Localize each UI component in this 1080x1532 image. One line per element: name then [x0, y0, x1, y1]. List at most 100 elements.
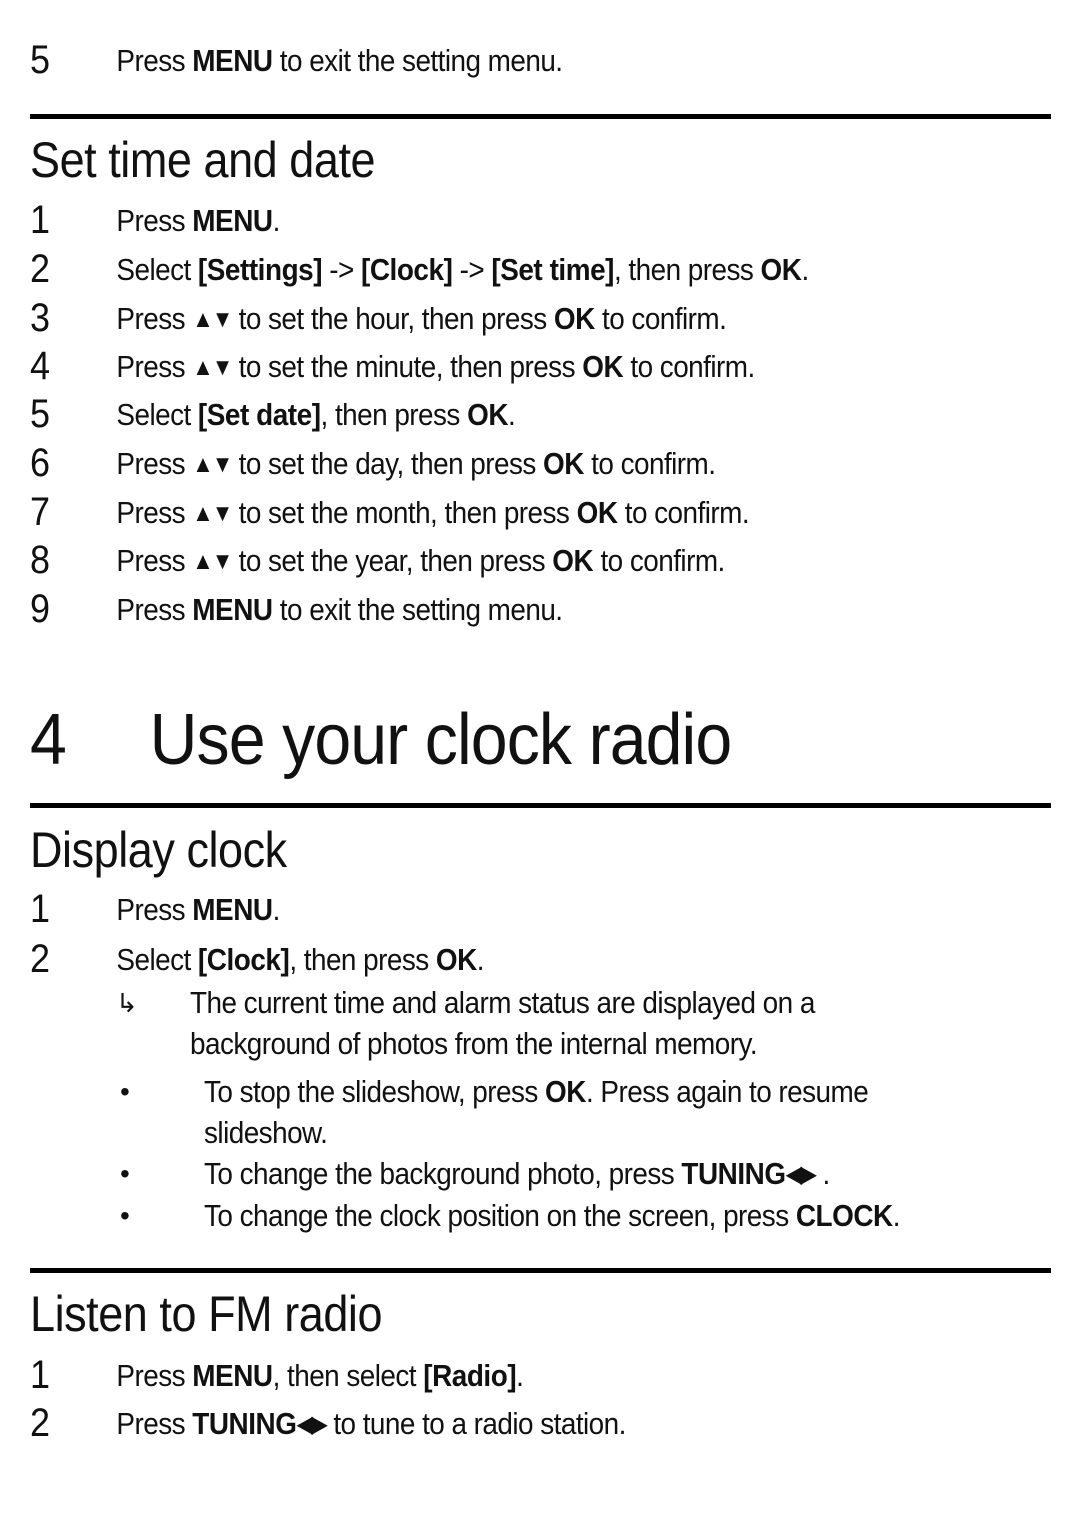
- bullet-text-line: slideshow.: [204, 1112, 328, 1153]
- text-run: To change the background photo, press: [204, 1156, 682, 1191]
- text-run: , then select: [272, 1358, 424, 1393]
- key-label: TUNING: [681, 1156, 786, 1191]
- step-number: 1: [30, 1353, 51, 1397]
- up-down-arrows-icon: ▲▼: [192, 306, 233, 333]
- key-label: CLOCK: [795, 1198, 893, 1233]
- step-text: Press MENU to exit the setting menu.: [116, 37, 563, 85]
- chapter-title: Use your clock radio: [149, 700, 733, 780]
- text-run: Press: [116, 1358, 193, 1393]
- bullet-dot: •: [120, 1076, 130, 1107]
- text-run: .: [815, 1156, 830, 1191]
- result-text-line: background of photos from the internal m…: [190, 1026, 758, 1061]
- bullet-dot: •: [120, 1200, 130, 1231]
- text-run: , then press: [320, 397, 468, 432]
- step-text: Press ▲▼ to set the day, then press OK t…: [116, 440, 716, 489]
- text-run: To change the clock position on the scre…: [204, 1198, 796, 1233]
- text-run: To stop the slideshow, press: [204, 1074, 546, 1109]
- text-run: to exit the setting menu.: [272, 43, 563, 78]
- step-number: 1: [30, 887, 51, 931]
- text-run: to set the year, then press: [231, 543, 553, 578]
- text-run: to confirm.: [623, 349, 755, 384]
- key-label: [Set date]: [197, 397, 321, 432]
- step-number: 6: [30, 441, 51, 485]
- text-run: to confirm.: [594, 301, 727, 336]
- text-run: to set the day, then press: [231, 446, 544, 481]
- step-number: 2: [30, 937, 51, 981]
- step-number: 9: [30, 587, 51, 631]
- bullet-text-line: To stop the slideshow, press OK. Press a…: [204, 1071, 869, 1112]
- up-down-arrows-icon: ▲▼: [192, 548, 233, 575]
- section-heading-display-clock: Display clock: [30, 822, 287, 878]
- text-run: to confirm.: [583, 446, 716, 481]
- step-number: 1: [30, 198, 51, 242]
- up-down-arrows-icon: ▲▼: [192, 451, 233, 478]
- step-text: Select [Settings] -> [Clock] -> [Set tim…: [116, 246, 809, 294]
- step-text: Press ▲▼ to set the hour, then press OK …: [116, 295, 726, 344]
- text-run: Select: [116, 252, 198, 287]
- text-run: .: [516, 1358, 524, 1393]
- text-run: Press: [116, 43, 193, 78]
- section-divider: [30, 114, 1051, 119]
- text-run: Press: [116, 892, 193, 927]
- chapter-number: 4: [30, 700, 67, 780]
- step-number: 2: [30, 1401, 51, 1445]
- manual-page: 5 Press MENU to exit the setting menu. S…: [0, 0, 1080, 1532]
- key-label: [Radio]: [423, 1358, 517, 1393]
- step-number: 8: [30, 538, 51, 582]
- step-text: Select [Set date], then press OK.: [116, 391, 515, 439]
- text-run: Press: [116, 349, 193, 384]
- text-run: Press: [116, 495, 193, 530]
- text-run: , then press: [289, 942, 436, 977]
- key-label: OK: [760, 252, 802, 287]
- left-right-arrows-icon: ◀▶: [785, 1161, 817, 1188]
- text-run: to confirm.: [617, 495, 750, 530]
- step-number: 7: [30, 490, 51, 534]
- bullet-text-line: To change the background photo, press TU…: [204, 1153, 830, 1195]
- text-run: .: [272, 203, 281, 238]
- text-run: to tune to a radio station.: [326, 1406, 626, 1441]
- section-heading-listen-to-fm-radio: Listen to FM radio: [30, 1286, 383, 1342]
- key-label: MENU: [192, 1358, 273, 1393]
- text-run: ->: [452, 252, 492, 287]
- text-run: .: [892, 1198, 901, 1233]
- key-label: [Clock]: [197, 942, 290, 977]
- step-text: Press ▲▼ to set the minute, then press O…: [116, 343, 755, 392]
- key-label: OK: [543, 446, 584, 481]
- step-number: 5: [30, 392, 51, 436]
- text-run: to set the hour, then press: [231, 301, 554, 336]
- key-label: OK: [553, 301, 595, 336]
- text-run: .: [476, 942, 485, 977]
- step-text: Press MENU to exit the setting menu.: [116, 586, 563, 634]
- text-run: Select: [116, 942, 198, 977]
- key-label: OK: [545, 1074, 586, 1109]
- text-run: Press: [116, 301, 193, 336]
- key-label: OK: [467, 397, 509, 432]
- text-run: ->: [322, 252, 362, 287]
- text-run: slideshow.: [204, 1115, 328, 1150]
- up-down-arrows-icon: ▲▼: [192, 500, 233, 527]
- key-label: OK: [435, 942, 477, 977]
- key-label: MENU: [192, 892, 273, 927]
- step-text: Press ▲▼ to set the year, then press OK …: [116, 537, 725, 586]
- text-run: to set the month, then press: [231, 495, 577, 530]
- text-run: Press: [116, 203, 193, 238]
- text-run: Press: [116, 592, 193, 627]
- text-run: to set the minute, then press: [231, 349, 583, 384]
- key-label: MENU: [192, 203, 273, 238]
- text-run: .: [508, 397, 516, 432]
- text-run: to exit the setting menu.: [272, 592, 563, 627]
- key-label: OK: [582, 349, 624, 384]
- key-label: MENU: [192, 592, 273, 627]
- key-label: [Set time]: [491, 252, 614, 287]
- bullet-dot: •: [120, 1158, 130, 1189]
- key-label: [Clock]: [361, 252, 453, 287]
- step-number: 2: [30, 247, 51, 291]
- text-run: Select: [116, 397, 198, 432]
- step-text: Press TUNING◀▶ to tune to a radio statio…: [116, 1400, 626, 1449]
- key-label: TUNING: [192, 1406, 297, 1441]
- key-label: OK: [576, 495, 618, 530]
- key-label: OK: [552, 543, 594, 578]
- step-text: Press MENU.: [116, 197, 281, 245]
- key-label: MENU: [192, 43, 273, 78]
- text-run: .: [801, 252, 809, 287]
